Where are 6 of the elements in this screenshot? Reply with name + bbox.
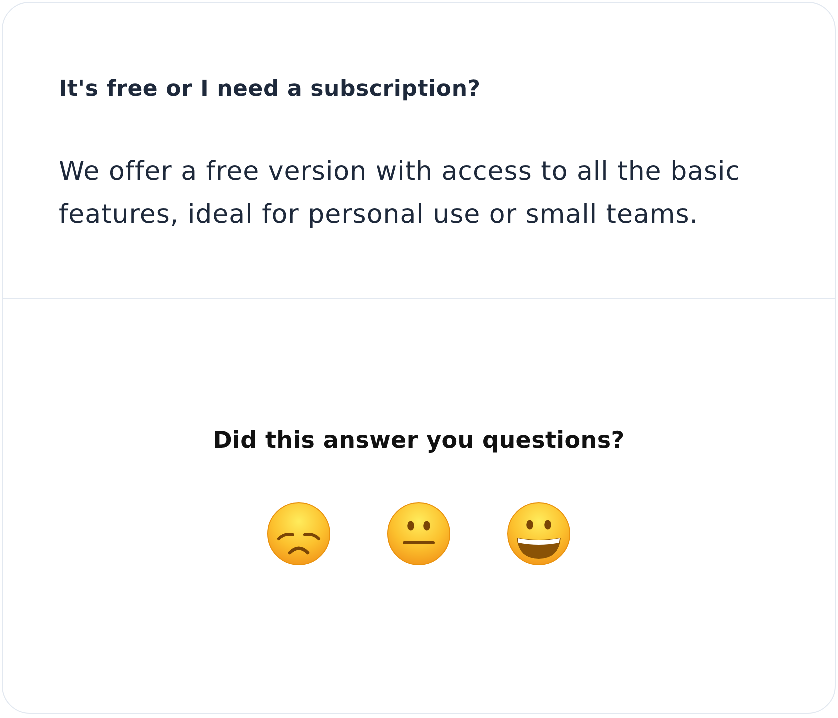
grinning-face-icon[interactable] bbox=[507, 502, 571, 566]
answer-text: We offer a free version with access to all the basic features, ideal for personal use or small teams. bbox=[59, 156, 742, 232]
question-title: It's free or I need a subscription? bbox=[59, 76, 482, 104]
sad-face-icon[interactable] bbox=[267, 502, 331, 566]
neutral-face-icon[interactable] bbox=[387, 502, 451, 566]
feedback-prompt: Did this answer you questions? bbox=[213, 427, 625, 456]
